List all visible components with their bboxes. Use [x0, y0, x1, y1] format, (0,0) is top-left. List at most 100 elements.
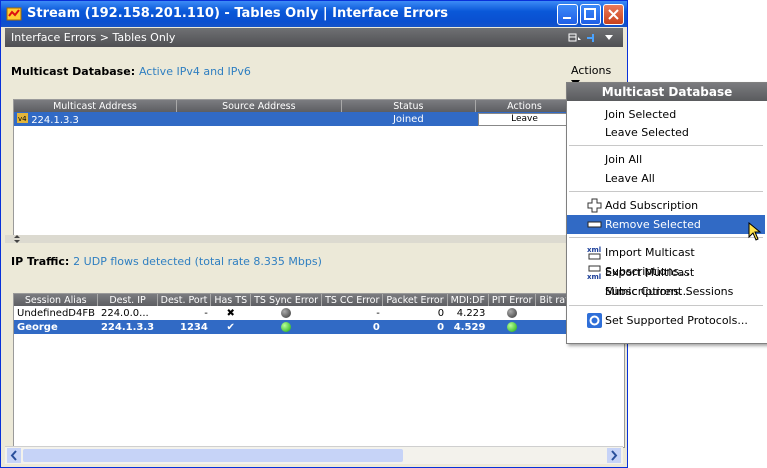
- ip-traffic-section-title: IP Traffic: 2 UDP flows detected (total …: [11, 255, 322, 268]
- menu-item-export[interactable]: xml Export Multicast Subscriptions...: [567, 263, 765, 298]
- col-actions[interactable]: Actions: [475, 100, 575, 112]
- menu-item-join-selected[interactable]: Join Selected: [567, 105, 765, 124]
- panel-splitter[interactable]: [5, 235, 623, 243]
- table-row[interactable]: v4 224.1.3.3 Joined Leave: [14, 112, 574, 126]
- title-bar[interactable]: Stream (192.158.201.110) - Tables Only |…: [1, 1, 627, 27]
- col-multicast-address[interactable]: Multicast Address: [14, 100, 177, 112]
- add-icon: [587, 198, 602, 213]
- maximize-button[interactable]: [580, 4, 601, 25]
- actions-label: Actions: [571, 64, 612, 77]
- menu-label: Leave Selected: [605, 126, 689, 139]
- gray-indicator-icon: [507, 307, 518, 318]
- dest-ip-cell: 224.0.0...: [100, 307, 149, 319]
- col-has-ts[interactable]: Has TS: [210, 294, 252, 306]
- ip-traffic-table-panel: Session Alias Dest. IP Dest. Port Has TS…: [13, 293, 628, 448]
- menu-separator: [569, 305, 763, 306]
- minimize-button[interactable]: [557, 4, 578, 25]
- ip-traffic-table-header: Session Alias Dest. IP Dest. Port Has TS…: [14, 294, 628, 306]
- ts-cc-cell: 0: [321, 320, 383, 334]
- source-address-cell: [176, 112, 342, 126]
- ip-traffic-label: IP Traffic:: [11, 255, 70, 268]
- multicast-section-title: Multicast Database: Active IPv4 and IPv6: [11, 65, 251, 78]
- app-icon: [6, 7, 22, 21]
- ts-sync-cell: [251, 306, 322, 320]
- col-source-address[interactable]: Source Address: [176, 100, 342, 112]
- menu-label: Mimic Current Sessions: [605, 285, 734, 298]
- window-title: Stream (192.158.201.110) - Tables Only |…: [27, 6, 448, 21]
- ts-cc-cell: -: [376, 307, 380, 319]
- has-ts-cell: ✖: [226, 307, 235, 319]
- green-indicator-icon: [507, 321, 518, 332]
- horizontal-scrollbar[interactable]: [5, 446, 623, 464]
- dest-port-cell: 1234: [157, 320, 211, 334]
- col-dest-port[interactable]: Dest. Port: [157, 294, 212, 306]
- ip-traffic-section-header: IP Traffic: 2 UDP flows detected (total …: [5, 251, 623, 271]
- col-session-alias[interactable]: Session Alias: [14, 294, 99, 306]
- col-ts-cc-error[interactable]: TS CC Error: [321, 294, 384, 306]
- ts-sync-cell: [250, 320, 322, 334]
- breadcrumb[interactable]: Interface Errors > Tables Only: [11, 31, 175, 44]
- multicast-table-panel: Multicast Address Source Address Status …: [13, 99, 625, 236]
- pit-cell: [488, 306, 536, 320]
- actions-cell: Leave: [475, 112, 574, 126]
- multicast-table-header: Multicast Address Source Address Status …: [14, 100, 575, 112]
- multicast-status: Active IPv4 and IPv6: [138, 65, 251, 78]
- collapse-arrows-icon: [14, 235, 20, 243]
- gray-indicator-icon: [281, 307, 292, 318]
- menu-item-mimic[interactable]: Mimic Current Sessions: [567, 282, 765, 301]
- protocols-icon: [587, 313, 602, 328]
- ip-traffic-table: Session Alias Dest. IP Dest. Port Has TS…: [14, 294, 628, 334]
- menu-item-import[interactable]: xml Import Multicast Subscriptions...: [567, 243, 765, 278]
- col-dest-ip[interactable]: Dest. IP: [97, 294, 158, 306]
- menu-label: Join All: [605, 153, 643, 166]
- multicast-table: Multicast Address Source Address Status …: [14, 100, 575, 126]
- table-row[interactable]: George 224.1.3.3 1234 ✔ 0 0 4.529 8335: [14, 320, 628, 334]
- col-mdi-df[interactable]: MDI:DF: [447, 294, 489, 306]
- dest-port-cell: -: [204, 307, 208, 319]
- session-alias-cell: UndefinedD4FB: [17, 307, 95, 319]
- export-xml-icon: xml: [587, 265, 601, 280]
- maximize-icon: [584, 8, 596, 20]
- menu-separator: [569, 191, 763, 192]
- menu-label: Join Selected: [605, 108, 677, 121]
- ip-traffic-status: 2 UDP flows detected (total rate 8.335 M…: [73, 255, 322, 268]
- svg-text:v4: v4: [18, 115, 27, 123]
- mouse-cursor-icon: [748, 222, 762, 241]
- menu-item-add-subscription[interactable]: Add Subscription: [567, 196, 765, 215]
- mdi-df-cell: 4.223: [456, 307, 486, 319]
- table-row[interactable]: UndefinedD4FB 224.0.0... - ✖ - 0 4.223 0: [14, 306, 627, 320]
- menu-label: Leave All: [605, 172, 655, 185]
- scroll-right-icon[interactable]: [607, 448, 621, 463]
- menu-header: Multicast Database: [567, 83, 767, 101]
- session-alias-cell: George: [14, 320, 98, 334]
- pit-cell: [488, 320, 536, 334]
- view-controls-icon[interactable]: [567, 31, 617, 45]
- multicast-address-cell: v4 224.1.3.3: [14, 112, 177, 126]
- menu-item-leave-all[interactable]: Leave All: [567, 169, 765, 188]
- menu-label: Add Subscription: [605, 199, 699, 212]
- remove-icon: [587, 221, 602, 228]
- menu-item-remove-selected[interactable]: Remove Selected Subscription(s): [567, 215, 765, 250]
- col-status[interactable]: Status: [341, 100, 476, 112]
- has-ts-cell: ✔: [210, 320, 251, 334]
- menu-item-join-all[interactable]: Join All: [567, 150, 765, 169]
- close-icon: [608, 9, 619, 20]
- leave-button[interactable]: Leave: [478, 112, 571, 126]
- multicast-section-header: Multicast Database: Active IPv4 and IPv6…: [5, 61, 623, 86]
- menu-item-leave-selected[interactable]: Leave Selected: [567, 123, 765, 142]
- menu-item-set-protocols[interactable]: Set Supported Protocols...: [567, 311, 765, 330]
- scroll-left-icon[interactable]: [7, 448, 21, 463]
- minimize-icon: [563, 17, 571, 19]
- green-indicator-icon: [281, 321, 292, 332]
- close-button[interactable]: [603, 4, 624, 25]
- multicast-address-value: 224.1.3.3: [31, 114, 79, 126]
- col-ts-sync-error[interactable]: TS Sync Error: [250, 294, 323, 306]
- ipv4-icon: v4: [17, 112, 28, 123]
- scroll-thumb[interactable]: [23, 449, 403, 462]
- multicast-label: Multicast Database:: [11, 65, 136, 78]
- status-cell: Joined: [341, 112, 476, 126]
- col-pit-error[interactable]: PIT Error: [488, 294, 537, 306]
- dest-ip-cell: 224.1.3.3: [97, 320, 158, 334]
- menu-separator: [569, 145, 763, 146]
- col-packet-error[interactable]: Packet Error: [382, 294, 448, 306]
